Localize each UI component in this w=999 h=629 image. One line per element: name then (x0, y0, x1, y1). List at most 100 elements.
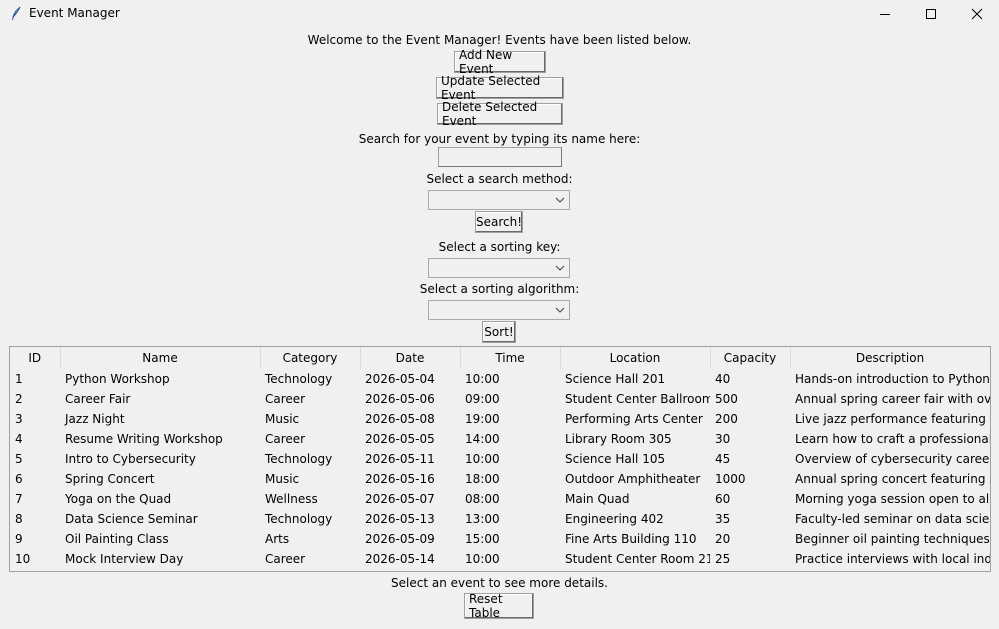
close-button[interactable] (954, 0, 999, 28)
events-table[interactable]: ID Name Category Date Time Location Capacity De… (9, 346, 991, 572)
table-cell: Annual spring career fair with over 5( (795, 392, 990, 406)
sort-button[interactable]: Sort! (482, 321, 516, 343)
maximize-button[interactable] (908, 0, 954, 28)
minimize-button[interactable] (862, 0, 908, 28)
table-cell: Annual spring concert featuring stuc (795, 472, 990, 486)
table-cell: 2026-05-16 (365, 472, 435, 486)
table-cell: Data Science Seminar (65, 512, 198, 526)
table-cell: Faculty-led seminar on data science (795, 512, 990, 526)
table-cell: Music (265, 412, 300, 426)
search-input[interactable] (439, 148, 561, 166)
reset-table-button[interactable]: Reset Table (464, 592, 534, 620)
table-cell: Intro to Cybersecurity (65, 452, 196, 466)
table-row[interactable]: 2 Career Fair Career 2026-05-06 09:00 Student… (10, 389, 990, 409)
table-cell: 18:00 (465, 472, 500, 486)
column-header-description[interactable]: Description (790, 347, 990, 369)
sort-key-select[interactable] (428, 258, 570, 278)
column-header-category[interactable]: Category (260, 347, 361, 369)
table-cell: 30 (715, 432, 731, 446)
search-method-label: Select a search method: (426, 172, 573, 186)
table-cell: Music (265, 472, 300, 486)
table-cell: Technology (265, 372, 333, 386)
table-cell: Resume Writing Workshop (65, 432, 223, 446)
table-cell: Career (265, 432, 306, 446)
table-cell: 5 (15, 452, 23, 466)
sort-algorithm-select[interactable] (428, 300, 570, 320)
table-cell: 13:00 (465, 512, 500, 526)
feather-icon (10, 6, 22, 22)
table-row[interactable]: 5 Intro to Cybersecurity Technology 2026-05… (10, 449, 990, 469)
table-cell: Jazz Night (65, 412, 125, 426)
chevron-down-icon (555, 265, 565, 271)
table-cell: Student Center Ballroom (565, 392, 710, 406)
table-cell: 60 (715, 492, 731, 506)
table-cell: Learn how to craft a professional resu (795, 432, 990, 446)
table-cell: 2026-05-06 (365, 392, 435, 406)
table-row[interactable]: 9 Oil Painting Class Arts 2026-05-09 15:00 Fi… (10, 529, 990, 549)
table-cell: 2026-05-05 (365, 432, 435, 446)
table-cell: Career (265, 392, 306, 406)
table-row[interactable]: 3 Jazz Night Music 2026-05-08 19:00 Performin… (10, 409, 990, 429)
window-title: Event Manager (29, 6, 120, 20)
table-cell: 8 (15, 512, 23, 526)
chevron-down-icon (555, 197, 565, 203)
column-header-time[interactable]: Time (460, 347, 561, 369)
table-cell: Performing Arts Center (565, 412, 703, 426)
table-cell: 20 (715, 532, 731, 546)
table-row[interactable]: 8 Data Science Seminar Technology 2026-05-1… (10, 509, 990, 529)
table-cell: Science Hall 105 (565, 452, 666, 466)
column-header-location[interactable]: Location (560, 347, 711, 369)
update-event-button[interactable]: Update Selected Event (436, 74, 564, 102)
table-cell: 4 (15, 432, 23, 446)
table-cell: 200 (715, 412, 738, 426)
table-cell: 3 (15, 412, 23, 426)
table-cell: Career Fair (65, 392, 131, 406)
table-cell: 2026-05-04 (365, 372, 435, 386)
close-icon (971, 8, 983, 20)
sort-key-label: Select a sorting key: (438, 240, 561, 254)
table-cell: 2026-05-14 (365, 552, 435, 566)
table-cell: 2 (15, 392, 23, 406)
table-cell: Main Quad (565, 492, 630, 506)
table-cell: 45 (715, 452, 731, 466)
table-cell: Engineering 402 (565, 512, 664, 526)
table-cell: Morning yoga session open to all ski (795, 492, 990, 506)
table-cell: 19:00 (465, 412, 500, 426)
table-cell: Technology (265, 452, 333, 466)
table-cell: 2026-05-11 (365, 452, 435, 466)
welcome-text: Welcome to the Event Manager! Events hav… (307, 33, 692, 47)
table-cell: 15:00 (465, 532, 500, 546)
search-button[interactable]: Search! (475, 211, 523, 233)
table-body: 1 Python Workshop Technology 2026-05-04 10:0… (10, 369, 990, 569)
column-header-id[interactable]: ID (10, 347, 61, 369)
table-row[interactable]: 6 Spring Concert Music 2026-05-16 18:00 Outdo… (10, 469, 990, 489)
table-cell: 08:00 (465, 492, 500, 506)
table-cell: 10 (15, 552, 31, 566)
sort-algorithm-label: Select a sorting algorithm: (419, 282, 580, 296)
column-header-capacity[interactable]: Capacity (710, 347, 791, 369)
table-row[interactable]: 7 Yoga on the Quad Wellness 2026-05-07 08:00… (10, 489, 990, 509)
table-cell: Mock Interview Day (65, 552, 184, 566)
table-cell: Library Room 305 (565, 432, 672, 446)
table-cell: Career (265, 552, 306, 566)
table-cell: 1000 (715, 472, 746, 486)
table-cell: 500 (715, 392, 738, 406)
search-label: Search for your event by typing its name… (358, 132, 641, 146)
title-bar: Event Manager (0, 0, 999, 28)
table-cell: 40 (715, 372, 731, 386)
table-row[interactable]: 10 Mock Interview Day Career 2026-05-14 10:0… (10, 549, 990, 569)
add-event-button[interactable]: Add New Event (454, 48, 546, 76)
table-cell: Technology (265, 512, 333, 526)
table-cell: Yoga on the Quad (65, 492, 172, 506)
chevron-down-icon (555, 307, 565, 313)
table-cell: Hands-on introduction to Python sc (795, 372, 990, 386)
column-header-name[interactable]: Name (60, 347, 261, 369)
maximize-icon (926, 9, 936, 19)
search-method-select[interactable] (428, 190, 570, 210)
table-row[interactable]: 4 Resume Writing Workshop Career 2026-05-05… (10, 429, 990, 449)
table-cell: 35 (715, 512, 731, 526)
delete-event-button[interactable]: Delete Selected Event (437, 100, 563, 128)
table-row[interactable]: 1 Python Workshop Technology 2026-05-04 10:0… (10, 369, 990, 389)
column-header-date[interactable]: Date (360, 347, 461, 369)
table-cell: 25 (715, 552, 731, 566)
